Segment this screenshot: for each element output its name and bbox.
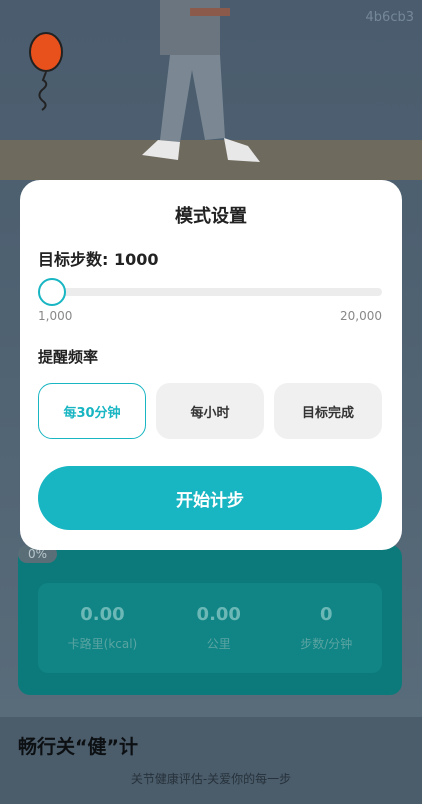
reminder-frequency-label: 提醒频率 [38,348,99,366]
stat-calories: 0.00 卡路里(kcal) [68,604,138,652]
target-steps-slider[interactable] [38,278,382,306]
frequency-option-hourly[interactable]: 每小时 [156,383,264,439]
stat-cadence: 0 步数/分钟 [300,604,352,652]
stats-panel: 0.00 卡路里(kcal) 0.00 公里 0 步数/分钟 [38,583,382,673]
footer-title: 畅行关“健”计 [18,736,138,758]
stat-label: 公里 [206,637,231,651]
stat-distance: 0.00 公里 [197,604,241,652]
target-steps-label: 目标步数: 1000 [38,250,159,269]
start-counting-button[interactable]: 开始计步 [38,466,382,530]
frequency-option-30min[interactable]: 每30分钟 [38,383,146,439]
slider-min-label: 1,000 [38,309,73,323]
stat-label: 卡路里(kcal) [67,637,138,651]
dialog-title: 模式设置 [175,206,247,227]
stat-value: 0 [320,604,333,625]
stat-label: 步数/分钟 [300,637,353,651]
slider-max-label: 20,000 [340,309,382,323]
frequency-option-goal[interactable]: 目标完成 [274,383,382,439]
watermark-text: 4b6cb3 [365,10,414,25]
stat-value: 0.00 [80,604,125,625]
slider-thumb[interactable] [38,278,66,306]
balloon-icon [29,32,63,111]
mode-settings-dialog: 模式设置 目标步数: 1000 1,000 20,000 提醒频率 每30分钟 … [20,180,402,550]
footer-panel [0,717,422,804]
reminder-frequency-options: 每30分钟 每小时 目标完成 [38,383,382,439]
footer-subtitle: 关节健康评估-关爱你的每一步 [130,772,292,786]
walking-figure-illustration [142,0,260,162]
stat-value: 0.00 [196,604,241,625]
